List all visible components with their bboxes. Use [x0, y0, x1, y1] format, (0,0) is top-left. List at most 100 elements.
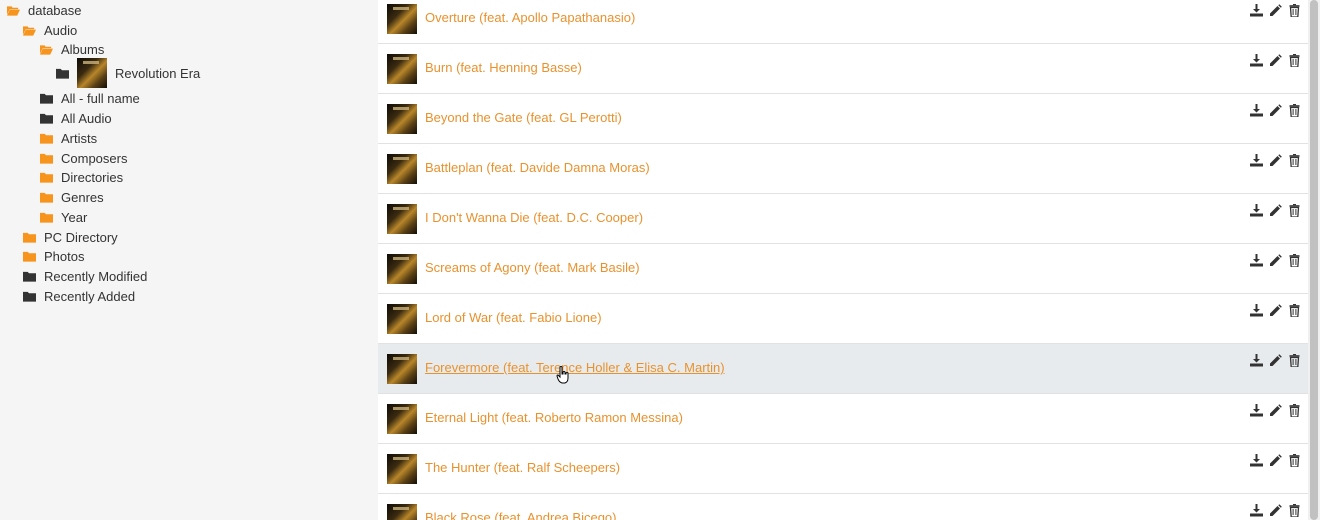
trash-icon[interactable]: [1288, 154, 1301, 167]
track-row[interactable]: The Hunter (feat. Ralf Scheepers): [378, 444, 1308, 494]
track-row[interactable]: Forevermore (feat. Terence Holler & Elis…: [378, 344, 1308, 394]
trash-icon[interactable]: [1288, 254, 1301, 267]
album-cover-thumbnail[interactable]: [387, 104, 417, 134]
track-title-link[interactable]: Screams of Agony (feat. Mark Basile): [425, 260, 640, 275]
download-icon[interactable]: [1250, 104, 1263, 117]
track-row[interactable]: Eternal Light (feat. Roberto Ramon Messi…: [378, 394, 1308, 444]
row-actions: [1250, 504, 1301, 517]
tree-node-recently-modified[interactable]: Recently Modified: [23, 266, 147, 286]
track-title-link[interactable]: Forevermore (feat. Terence Holler & Elis…: [425, 360, 725, 375]
download-icon[interactable]: [1250, 4, 1263, 17]
tree-node-composers[interactable]: Composers: [40, 148, 127, 168]
trash-icon[interactable]: [1288, 4, 1301, 17]
edit-pencil-icon[interactable]: [1269, 204, 1282, 217]
folder-icon: [23, 291, 36, 302]
edit-pencil-icon[interactable]: [1269, 254, 1282, 267]
trash-icon[interactable]: [1288, 204, 1301, 217]
download-icon[interactable]: [1250, 404, 1263, 417]
tree-node-genres[interactable]: Genres: [40, 187, 104, 207]
tree-node-audio[interactable]: Audio: [23, 20, 77, 40]
download-icon[interactable]: [1250, 204, 1263, 217]
track-title-link[interactable]: Beyond the Gate (feat. GL Perotti): [425, 110, 622, 125]
vertical-scrollbar[interactable]: [1308, 0, 1320, 520]
download-icon[interactable]: [1250, 154, 1263, 167]
folder-open-icon: [40, 44, 53, 55]
tree-node-recently-added[interactable]: Recently Added: [23, 286, 135, 306]
album-cover-thumbnail[interactable]: [387, 154, 417, 184]
tree-node-database[interactable]: database: [7, 0, 82, 20]
album-cover-thumbnail[interactable]: [387, 454, 417, 484]
track-row[interactable]: I Don't Wanna Die (feat. D.C. Cooper): [378, 194, 1308, 244]
album-cover-thumbnail[interactable]: [387, 504, 417, 520]
track-title-link[interactable]: Burn (feat. Henning Basse): [425, 60, 582, 75]
album-cover-thumbnail[interactable]: [387, 254, 417, 284]
edit-pencil-icon[interactable]: [1269, 4, 1282, 17]
folder-icon: [40, 133, 53, 144]
edit-pencil-icon[interactable]: [1269, 154, 1282, 167]
tree-node-revolution-era[interactable]: Revolution Era: [56, 58, 200, 88]
trash-icon[interactable]: [1288, 504, 1301, 517]
tree-node-all-full-name[interactable]: All - full name: [40, 88, 140, 108]
track-row[interactable]: Beyond the Gate (feat. GL Perotti): [378, 94, 1308, 144]
track-title-link[interactable]: Overture (feat. Apollo Papathanasio): [425, 10, 635, 25]
tree-node-label: Audio: [44, 22, 78, 38]
tree-node-label: All - full name: [61, 90, 140, 106]
track-row[interactable]: Battleplan (feat. Davide Damna Moras): [378, 144, 1308, 194]
row-actions: [1250, 454, 1301, 467]
track-row[interactable]: Screams of Agony (feat. Mark Basile): [378, 244, 1308, 294]
track-row[interactable]: Black Rose (feat. Andrea Bicego): [378, 494, 1308, 520]
tree-node-label: Artists: [61, 130, 98, 146]
folder-icon: [23, 251, 36, 262]
track-list: Overture (feat. Apollo Papathanasio) Burn…: [378, 0, 1308, 520]
tree-node-directories[interactable]: Directories: [40, 167, 123, 187]
tree-node-label: database: [28, 2, 82, 18]
tree-node-albums[interactable]: Albums: [40, 39, 104, 59]
album-cover-thumbnail[interactable]: [387, 204, 417, 234]
edit-pencil-icon[interactable]: [1269, 54, 1282, 67]
album-cover-thumbnail[interactable]: [387, 354, 417, 384]
trash-icon[interactable]: [1288, 54, 1301, 67]
album-cover-thumbnail[interactable]: [387, 404, 417, 434]
tree-node-artists[interactable]: Artists: [40, 128, 97, 148]
trash-icon[interactable]: [1288, 354, 1301, 367]
download-icon[interactable]: [1250, 504, 1263, 517]
tree-node-year[interactable]: Year: [40, 207, 87, 227]
album-cover-thumbnail[interactable]: [387, 54, 417, 84]
tree-node-label: Year: [61, 209, 88, 225]
download-icon[interactable]: [1250, 254, 1263, 267]
track-title-link[interactable]: Eternal Light (feat. Roberto Ramon Messi…: [425, 410, 683, 425]
edit-pencil-icon[interactable]: [1269, 404, 1282, 417]
download-icon[interactable]: [1250, 54, 1263, 67]
download-icon[interactable]: [1250, 454, 1263, 467]
tree-node-pc-directory[interactable]: PC Directory: [23, 227, 118, 247]
trash-icon[interactable]: [1288, 304, 1301, 317]
track-title-link[interactable]: The Hunter (feat. Ralf Scheepers): [425, 460, 620, 475]
trash-icon[interactable]: [1288, 104, 1301, 117]
track-row[interactable]: Burn (feat. Henning Basse): [378, 44, 1308, 94]
trash-icon[interactable]: [1288, 404, 1301, 417]
download-icon[interactable]: [1250, 354, 1263, 367]
edit-pencil-icon[interactable]: [1269, 504, 1282, 517]
edit-pencil-icon[interactable]: [1269, 304, 1282, 317]
album-cover-thumbnail[interactable]: [387, 304, 417, 334]
tree-node-photos[interactable]: Photos: [23, 246, 84, 266]
edit-pencil-icon[interactable]: [1269, 354, 1282, 367]
track-row[interactable]: Overture (feat. Apollo Papathanasio): [378, 0, 1308, 44]
scrollbar-thumb[interactable]: [1310, 0, 1318, 520]
album-cover-thumbnail: [77, 58, 107, 88]
folder-open-icon: [23, 25, 36, 36]
tree-node-label: All Audio: [61, 110, 112, 126]
tree-node-label: Albums: [61, 41, 105, 57]
edit-pencil-icon[interactable]: [1269, 104, 1282, 117]
tree-node-all-audio[interactable]: All Audio: [40, 108, 112, 128]
track-title-link[interactable]: Battleplan (feat. Davide Damna Moras): [425, 160, 650, 175]
track-row[interactable]: Lord of War (feat. Fabio Lione): [378, 294, 1308, 344]
track-title-link[interactable]: Lord of War (feat. Fabio Lione): [425, 310, 602, 325]
album-cover-thumbnail[interactable]: [387, 4, 417, 34]
edit-pencil-icon[interactable]: [1269, 454, 1282, 467]
download-icon[interactable]: [1250, 304, 1263, 317]
track-title-link[interactable]: Black Rose (feat. Andrea Bicego): [425, 510, 617, 520]
trash-icon[interactable]: [1288, 454, 1301, 467]
folder-icon: [56, 68, 69, 79]
track-title-link[interactable]: I Don't Wanna Die (feat. D.C. Cooper): [425, 210, 643, 225]
